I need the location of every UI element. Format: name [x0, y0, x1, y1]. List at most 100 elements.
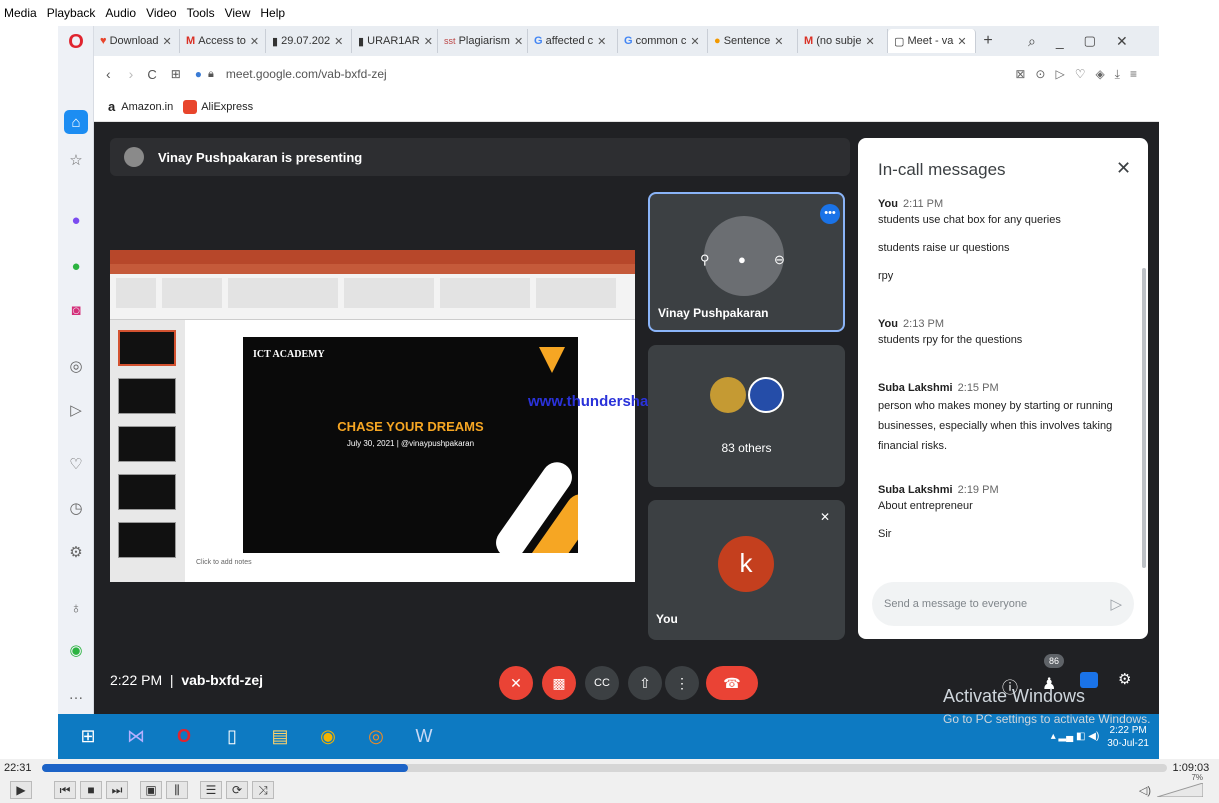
previous-button[interactable]: ⏮ — [54, 781, 76, 799]
new-tab-button[interactable]: + — [976, 32, 1000, 50]
more-options-button[interactable]: ⋮ — [665, 666, 699, 700]
menu-audio[interactable]: Audio — [105, 6, 136, 20]
send-icon[interactable]: ▷ — [1110, 595, 1122, 613]
tab-doc-2[interactable]: ▮ URAR1AR ✕ — [352, 29, 438, 53]
tray-icons[interactable]: ▴ ▂▄ ◧ ◀) — [1051, 731, 1100, 742]
chrome-app-icon[interactable]: ◉ — [310, 722, 346, 752]
mic-icon[interactable]: ● — [738, 252, 746, 267]
close-icon[interactable]: ✕ — [597, 35, 606, 48]
close-icon[interactable]: ✕ — [163, 35, 172, 48]
star-icon[interactable]: ☆ — [64, 148, 88, 172]
camera-permission-icon[interactable]: ● — [195, 67, 202, 81]
close-icon[interactable]: ✕ — [514, 35, 523, 48]
mic-toggle-button[interactable]: ✕ — [499, 666, 533, 700]
chat-message: You 2:13 PM students rpy for the questio… — [878, 316, 1022, 348]
tab-sentence[interactable]: ● Sentence ✕ — [708, 29, 798, 53]
restore-icon[interactable]: ▢ — [1084, 33, 1096, 49]
bookmark-amazon[interactable]: Amazon.in — [121, 101, 173, 113]
messenger-icon[interactable]: ● — [64, 208, 88, 232]
start-icon[interactable]: ⊞ — [70, 722, 106, 752]
back-icon[interactable]: ‹ — [106, 66, 111, 82]
mail-app-icon[interactable]: ⋈ — [118, 722, 154, 752]
system-clock[interactable]: 2:22 PM 30-Jul-21 — [1107, 724, 1149, 750]
tab-download[interactable]: ♥ Download ✕ — [94, 29, 180, 53]
playlist-button[interactable]: ☰ — [200, 781, 222, 799]
opera-logo-icon[interactable]: O — [64, 30, 88, 54]
menu-media[interactable]: Media — [4, 6, 37, 20]
close-icon[interactable]: ✕ — [690, 35, 699, 48]
fullscreen-button[interactable]: ▣ — [140, 781, 162, 799]
volume-icon[interactable]: ◁) — [1139, 784, 1151, 797]
stop-button[interactable]: ■ — [80, 781, 102, 799]
player-icon[interactable]: ◎ — [64, 354, 88, 378]
word-app-icon[interactable]: W — [406, 722, 442, 752]
forward-icon[interactable]: › — [129, 66, 134, 82]
file-explorer-icon[interactable]: ▤ — [262, 722, 298, 752]
tab-doc-1[interactable]: ▮ 29.07.202 ✕ — [266, 29, 352, 53]
presenter-tile[interactable]: ⚲ ● ⊖ ••• Vinay Pushpakaran — [648, 192, 845, 332]
chat-scrollbar[interactable] — [1142, 268, 1146, 568]
remove-icon[interactable]: ⊖ — [774, 252, 785, 268]
more-icon[interactable]: … — [64, 682, 88, 706]
notepad-app-icon[interactable]: ▯ — [214, 722, 250, 752]
tab-meet[interactable]: ▢ Meet - va ✕ — [888, 29, 976, 53]
flow-icon[interactable]: ▷ — [64, 398, 88, 422]
close-icon[interactable]: ✕ — [774, 35, 783, 48]
next-button[interactable]: ⏭ — [106, 781, 128, 799]
shuffle-button[interactable]: ⤨ — [252, 781, 274, 799]
window-close-icon[interactable]: ✕ — [1116, 33, 1128, 50]
seek-track[interactable] — [41, 764, 1167, 772]
settings-icon[interactable]: ⚙ — [64, 540, 88, 564]
chat-input[interactable]: Send a message to everyone ▷ — [872, 582, 1134, 626]
tab-common[interactable]: G common c ✕ — [618, 29, 708, 53]
sst-icon: sst — [444, 36, 456, 46]
menu-tools[interactable]: Tools — [187, 6, 215, 20]
tab-plagiarism[interactable]: sst Plagiarism ✕ — [438, 29, 528, 53]
captions-button[interactable]: CC — [585, 666, 619, 700]
search-tabs-icon[interactable]: ⌕ — [1028, 33, 1036, 50]
extended-settings-button[interactable]: ⫼ — [166, 781, 188, 799]
opera-app-icon[interactable]: O — [166, 722, 202, 752]
close-icon[interactable]: ✕ — [957, 35, 966, 48]
aria-icon[interactable]: ◉ — [64, 638, 88, 662]
minimize-icon[interactable]: _ — [1056, 33, 1064, 49]
close-icon[interactable]: ✕ — [334, 35, 343, 48]
history-icon[interactable]: ◷ — [64, 496, 88, 520]
tab-access[interactable]: M Access to ✕ — [180, 29, 266, 53]
url-field[interactable]: meet.google.com/vab-bxfd-zej — [226, 67, 387, 81]
others-tile[interactable]: 83 others — [648, 345, 845, 487]
menu-video[interactable]: Video — [146, 6, 176, 20]
close-icon[interactable]: ✕ — [866, 35, 875, 48]
leave-call-button[interactable]: ☎ — [706, 666, 758, 700]
heart-icon[interactable]: ♡ — [64, 452, 88, 476]
volume-control[interactable]: ◁) 7% — [1139, 773, 1204, 798]
volume-slider[interactable]: 7% — [1156, 773, 1204, 798]
close-icon[interactable]: ✕ — [424, 35, 433, 48]
home-icon[interactable]: ⌂ — [64, 110, 88, 134]
close-icon[interactable]: ✕ — [250, 35, 259, 48]
camera-toggle-button[interactable]: ▩ — [542, 666, 576, 700]
reload-icon[interactable]: C — [147, 67, 156, 82]
tab-affected[interactable]: G affected c ✕ — [528, 29, 618, 53]
play-button[interactable]: ▶ — [10, 781, 32, 799]
instagram-icon[interactable]: ◙ — [64, 298, 88, 322]
loop-button[interactable]: ⟳ — [226, 781, 248, 799]
firefox-app-icon[interactable]: ◎ — [358, 722, 394, 752]
menu-help[interactable]: Help — [260, 6, 285, 20]
address-actions-icons[interactable]: ⊠⊙▷♡◈⤓≡ — [1015, 67, 1147, 82]
menu-view[interactable]: View — [225, 6, 251, 20]
speed-dial-icon[interactable]: ⊞ — [171, 67, 181, 81]
pin-icon[interactable]: ⚲ — [700, 252, 710, 268]
more-options-icon[interactable]: ••• — [820, 204, 840, 224]
tab-no-subject[interactable]: M (no subje ✕ — [798, 29, 888, 53]
tips-icon[interactable]: ♁ — [64, 596, 88, 620]
present-button[interactable]: ⇧ — [628, 666, 662, 700]
activities-icon[interactable]: ⚙ — [1118, 670, 1131, 688]
bookmark-aliexpress[interactable]: AliExpress — [201, 101, 253, 113]
whatsapp-icon[interactable]: ● — [64, 254, 88, 278]
menu-playback[interactable]: Playback — [47, 6, 96, 20]
self-avatar: k — [718, 536, 774, 592]
message-sender: Suba Lakshmi — [878, 484, 953, 496]
self-tile[interactable]: ✕ k You — [648, 500, 845, 640]
close-chat-icon[interactable]: ✕ — [1116, 158, 1131, 179]
